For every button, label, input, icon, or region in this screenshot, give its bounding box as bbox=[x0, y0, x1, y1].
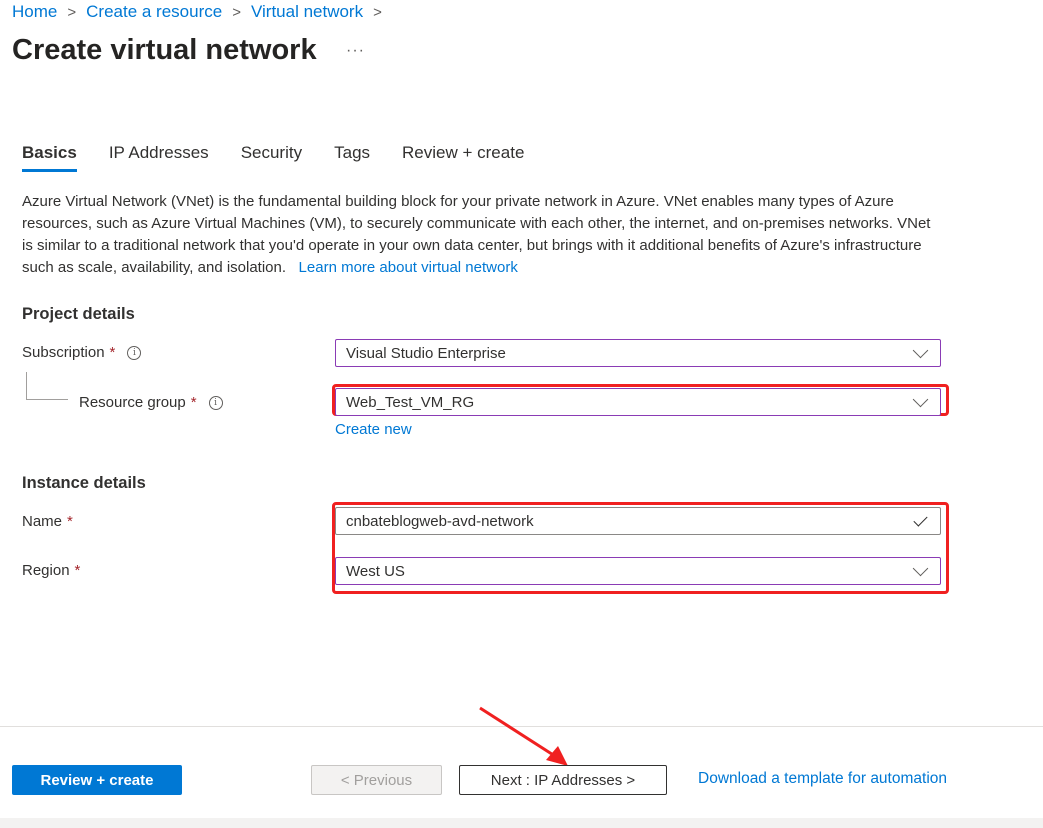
required-asterisk: * bbox=[109, 344, 116, 361]
tree-connector bbox=[26, 399, 68, 400]
previous-button[interactable]: < Previous bbox=[311, 765, 442, 795]
chevron-right-icon: > bbox=[232, 3, 241, 21]
subscription-dropdown[interactable]: Visual Studio Enterprise bbox=[335, 339, 941, 367]
breadcrumb: Home > Create a resource > Virtual netwo… bbox=[12, 2, 392, 22]
instance-details-heading: Instance details bbox=[22, 474, 146, 492]
resource-group-label: Resource group * i bbox=[79, 394, 223, 411]
resource-group-dropdown[interactable]: Web_Test_VM_RG bbox=[335, 388, 941, 416]
checkmark-icon bbox=[913, 511, 928, 527]
info-icon[interactable]: i bbox=[127, 345, 142, 360]
create-new-link[interactable]: Create new bbox=[335, 421, 412, 438]
subscription-label: Subscription * i bbox=[22, 344, 142, 361]
region-dropdown[interactable]: West US bbox=[335, 557, 941, 585]
next-ip-addresses-button[interactable]: Next : IP Addresses > bbox=[459, 765, 667, 795]
breadcrumb-virtual-network[interactable]: Virtual network bbox=[251, 2, 363, 22]
description: Azure Virtual Network (VNet) is the fund… bbox=[22, 191, 942, 279]
tab-basics[interactable]: Basics bbox=[22, 143, 77, 172]
required-asterisk: * bbox=[74, 562, 81, 579]
breadcrumb-create-resource[interactable]: Create a resource bbox=[86, 2, 222, 22]
tab-review-create[interactable]: Review + create bbox=[402, 143, 524, 172]
annotation-arrow-icon bbox=[479, 706, 568, 766]
chevron-right-icon: > bbox=[373, 3, 382, 21]
required-asterisk: * bbox=[190, 394, 197, 411]
page-title: Create virtual network bbox=[12, 34, 317, 66]
tree-connector bbox=[26, 372, 27, 399]
tab-security[interactable]: Security bbox=[241, 143, 302, 172]
name-label: Name * bbox=[22, 513, 73, 530]
chevron-down-icon bbox=[912, 560, 929, 576]
review-create-button[interactable]: Review + create bbox=[12, 765, 182, 795]
download-template-link[interactable]: Download a template for automation bbox=[698, 770, 947, 788]
more-options-icon[interactable]: ··· bbox=[346, 42, 365, 60]
region-label: Region * bbox=[22, 562, 81, 579]
learn-more-link[interactable]: Learn more about virtual network bbox=[299, 259, 518, 276]
project-details-heading: Project details bbox=[22, 305, 135, 323]
breadcrumb-home[interactable]: Home bbox=[12, 2, 57, 22]
required-asterisk: * bbox=[67, 513, 73, 530]
chevron-right-icon: > bbox=[67, 3, 77, 21]
chevron-down-icon bbox=[912, 391, 929, 407]
tab-tags[interactable]: Tags bbox=[334, 143, 370, 172]
tab-ip-addresses[interactable]: IP Addresses bbox=[109, 143, 209, 172]
bottom-bar bbox=[0, 818, 1043, 828]
name-input[interactable]: cnbateblogweb-avd-network bbox=[335, 507, 941, 535]
chevron-down-icon bbox=[912, 342, 929, 358]
tab-bar: Basics IP Addresses Security Tags Review… bbox=[22, 143, 556, 172]
info-icon[interactable]: i bbox=[208, 395, 223, 410]
